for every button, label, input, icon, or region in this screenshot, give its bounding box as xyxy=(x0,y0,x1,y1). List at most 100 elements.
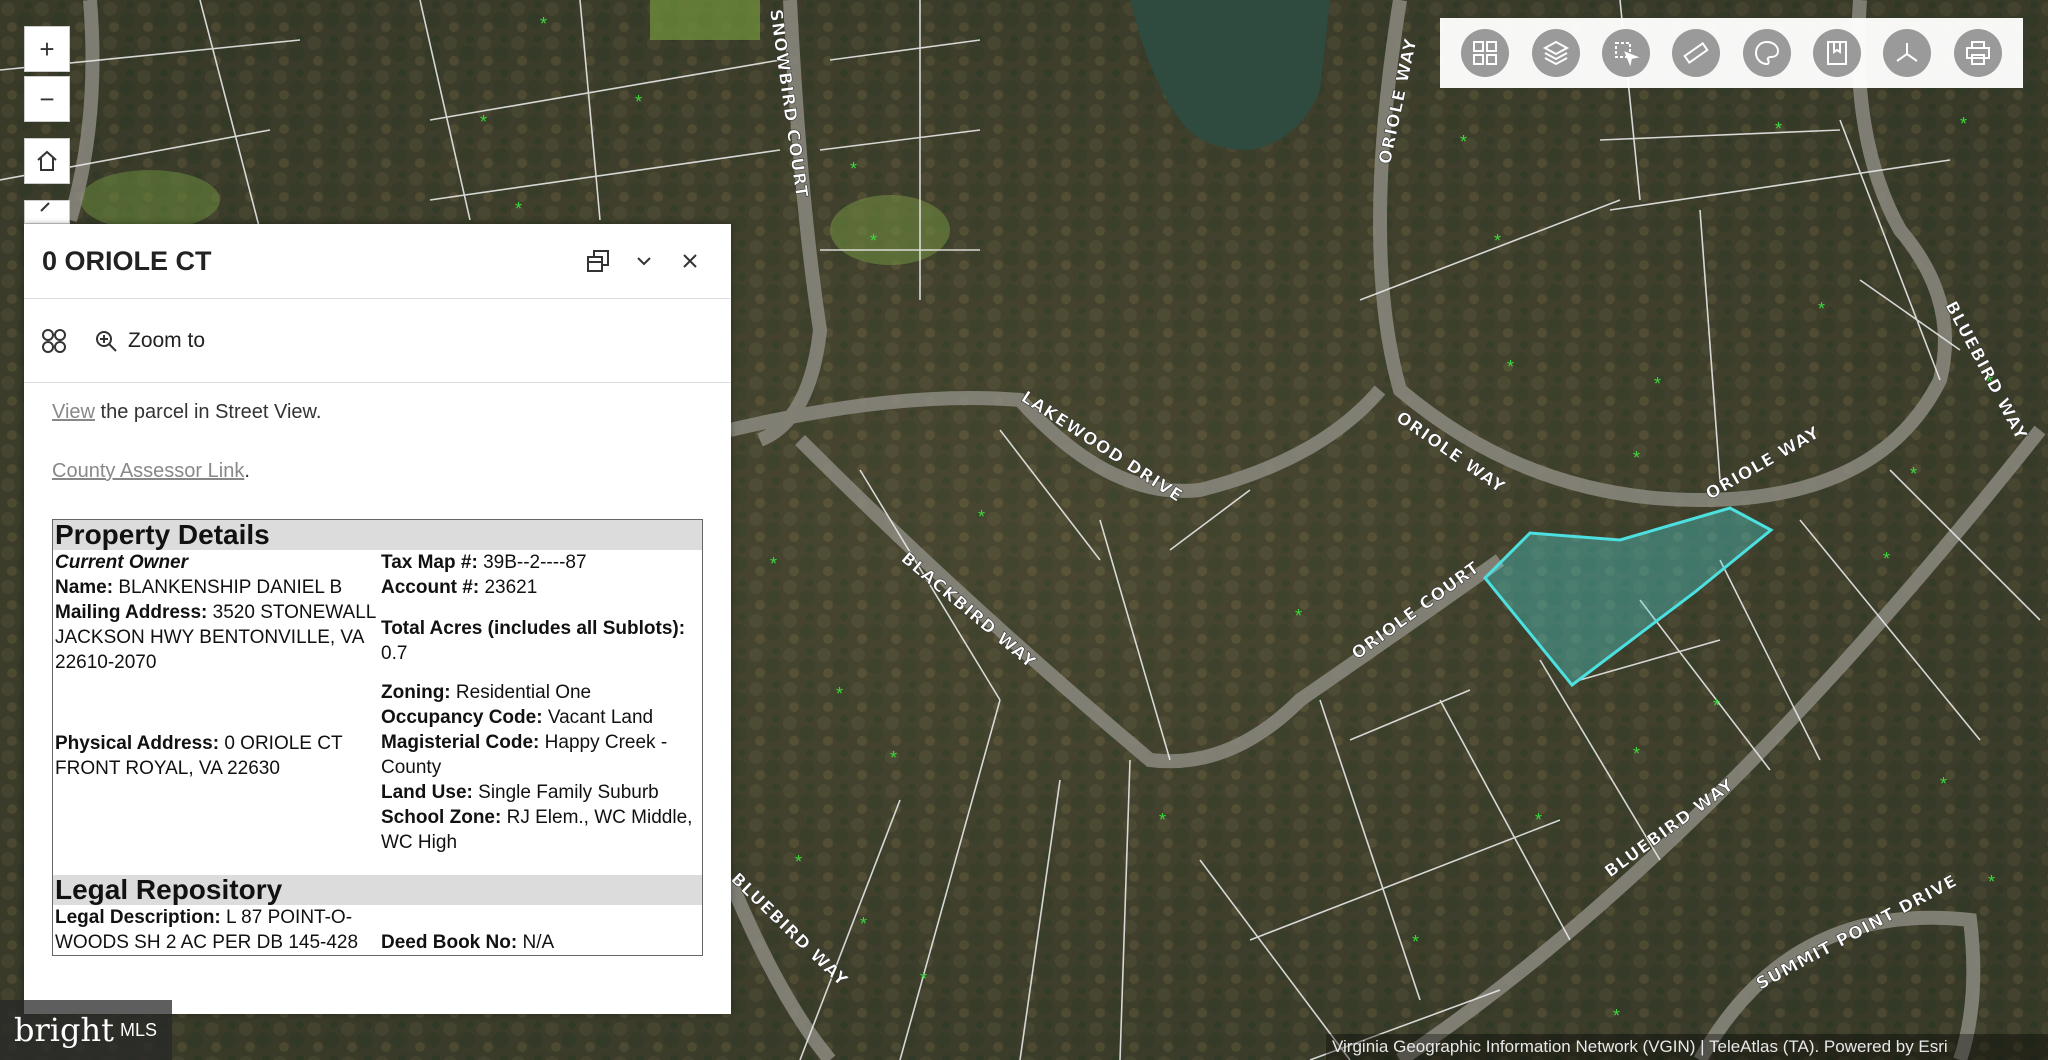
current-owner-label: Current Owner xyxy=(55,552,189,573)
tax-map-label: Tax Map #: xyxy=(381,552,478,573)
ruler-icon xyxy=(1683,42,1710,64)
svg-text:*: * xyxy=(1535,810,1542,830)
zoom-in-icon xyxy=(96,330,117,352)
logo-suffix: MLS xyxy=(119,1019,157,1040)
deed-book-value: N/A xyxy=(522,932,555,953)
select-icon xyxy=(1614,42,1640,67)
palette-icon xyxy=(1754,40,1779,66)
dock-icon xyxy=(587,250,609,272)
svg-text:*: * xyxy=(515,199,522,219)
zoom-out-button[interactable]: − xyxy=(24,76,70,122)
popup-body: View the parcel in Street View. County A… xyxy=(24,383,731,970)
svg-text:*: * xyxy=(1412,932,1419,952)
svg-text:*: * xyxy=(1818,299,1825,319)
back-button[interactable] xyxy=(24,200,70,224)
owner-column: Current Owner Name: BLANKENSHIP DANIEL B… xyxy=(55,550,377,855)
popup-header: 0 ORIOLE CT xyxy=(24,224,731,299)
land-use-label: Land Use: xyxy=(381,782,473,803)
svg-text:*: * xyxy=(1507,357,1514,377)
bright-mls-logo: bright MLS xyxy=(0,1000,172,1060)
magisterial-label: Magisterial Code: xyxy=(381,732,540,753)
svg-text:*: * xyxy=(860,914,867,934)
svg-text:*: * xyxy=(1295,606,1302,626)
zoning-label: Zoning: xyxy=(381,682,451,703)
home-button[interactable] xyxy=(24,138,70,184)
popup-title: 0 ORIOLE CT xyxy=(42,245,212,276)
svg-text:*: * xyxy=(1713,696,1720,716)
name-label: Name: xyxy=(55,577,114,598)
share-icon xyxy=(1896,43,1919,62)
account-label: Account #: xyxy=(381,577,480,598)
svg-text:*: * xyxy=(1613,1006,1620,1026)
street-view-link[interactable]: View xyxy=(52,401,95,423)
svg-text:*: * xyxy=(480,112,487,132)
zoom-to-button[interactable]: Zoom to xyxy=(94,329,205,353)
street-view-text: the parcel in Street View. xyxy=(95,401,322,423)
physical-label: Physical Address: xyxy=(55,733,220,754)
zoom-to-label: Zoom to xyxy=(128,328,206,352)
mailing-label: Mailing Address: xyxy=(55,602,208,623)
grid-icon xyxy=(1473,41,1498,65)
svg-text:*: * xyxy=(1883,549,1890,569)
svg-text:*: * xyxy=(978,507,985,527)
legal-repository-heading: Legal Repository xyxy=(53,875,702,905)
assessor-suffix: . xyxy=(244,460,250,482)
acres-value: 0.7 xyxy=(381,643,408,664)
collapse-button[interactable] xyxy=(621,238,667,284)
layers-button[interactable] xyxy=(1531,29,1580,77)
school-zone-label: School Zone: xyxy=(381,807,502,828)
svg-text:*: * xyxy=(1654,374,1661,394)
map-attribution: Virginia Geographic Information Network … xyxy=(1326,1034,2048,1060)
feature-menu-icon[interactable] xyxy=(40,327,68,355)
print-icon xyxy=(1965,41,1990,65)
dock-button[interactable] xyxy=(575,238,621,284)
select-button[interactable] xyxy=(1601,29,1650,77)
draw-button[interactable] xyxy=(1742,29,1791,77)
svg-text:*: * xyxy=(890,748,897,768)
svg-text:*: * xyxy=(1494,231,1501,251)
zoning-value: Residential One xyxy=(455,682,592,703)
svg-text:*: * xyxy=(1775,119,1782,139)
svg-text:*: * xyxy=(1159,810,1166,830)
svg-text:*: * xyxy=(540,14,547,34)
svg-text:*: * xyxy=(920,969,927,989)
logo-brand: bright xyxy=(14,1011,114,1049)
parcel-column: Tax Map #: 39B--2----87 Account #: 23621… xyxy=(381,550,700,855)
measure-button[interactable] xyxy=(1672,29,1721,77)
land-use-value: Single Family Suburb xyxy=(478,782,659,803)
home-icon xyxy=(37,150,57,171)
svg-text:*: * xyxy=(850,159,857,179)
svg-text:*: * xyxy=(1633,744,1640,764)
svg-text:*: * xyxy=(1988,872,1995,892)
feature-popup: 0 ORIOLE CT Zoom to View the parcel in S… xyxy=(24,224,731,1014)
zoom-in-button[interactable]: + xyxy=(24,26,70,72)
layers-icon xyxy=(1542,40,1569,66)
back-icon xyxy=(40,202,50,212)
share-button[interactable] xyxy=(1883,29,1932,77)
svg-text:*: * xyxy=(635,92,642,112)
chevron-down-icon xyxy=(637,257,651,266)
svg-text:*: * xyxy=(870,231,877,251)
svg-text:*: * xyxy=(1910,464,1917,484)
print-button[interactable] xyxy=(1953,29,2002,77)
svg-text:*: * xyxy=(1960,114,1967,134)
acres-label: Total Acres (includes all Sublots): xyxy=(381,618,686,639)
tax-map-value: 39B--2----87 xyxy=(483,552,587,573)
map-toolbar xyxy=(1440,18,2023,88)
account-value: 23621 xyxy=(484,577,538,598)
property-details-table: Property Details Current Owner Name: BLA… xyxy=(52,519,703,956)
svg-text:*: * xyxy=(1460,132,1467,152)
occupancy-label: Occupancy Code: xyxy=(381,707,543,728)
name-value: BLANKENSHIP DANIEL B xyxy=(118,577,343,598)
basemap-gallery-button[interactable] xyxy=(1461,29,1510,77)
county-assessor-link[interactable]: County Assessor Link xyxy=(52,460,244,482)
svg-text:*: * xyxy=(1633,448,1640,468)
svg-text:*: * xyxy=(770,554,777,574)
bookmarks-button[interactable] xyxy=(1813,29,1862,77)
close-icon xyxy=(683,254,697,268)
svg-text:*: * xyxy=(836,684,843,704)
occupancy-value: Vacant Land xyxy=(547,707,654,728)
close-button[interactable] xyxy=(667,238,713,284)
property-details-heading: Property Details xyxy=(53,520,702,550)
svg-text:*: * xyxy=(1940,774,1947,794)
